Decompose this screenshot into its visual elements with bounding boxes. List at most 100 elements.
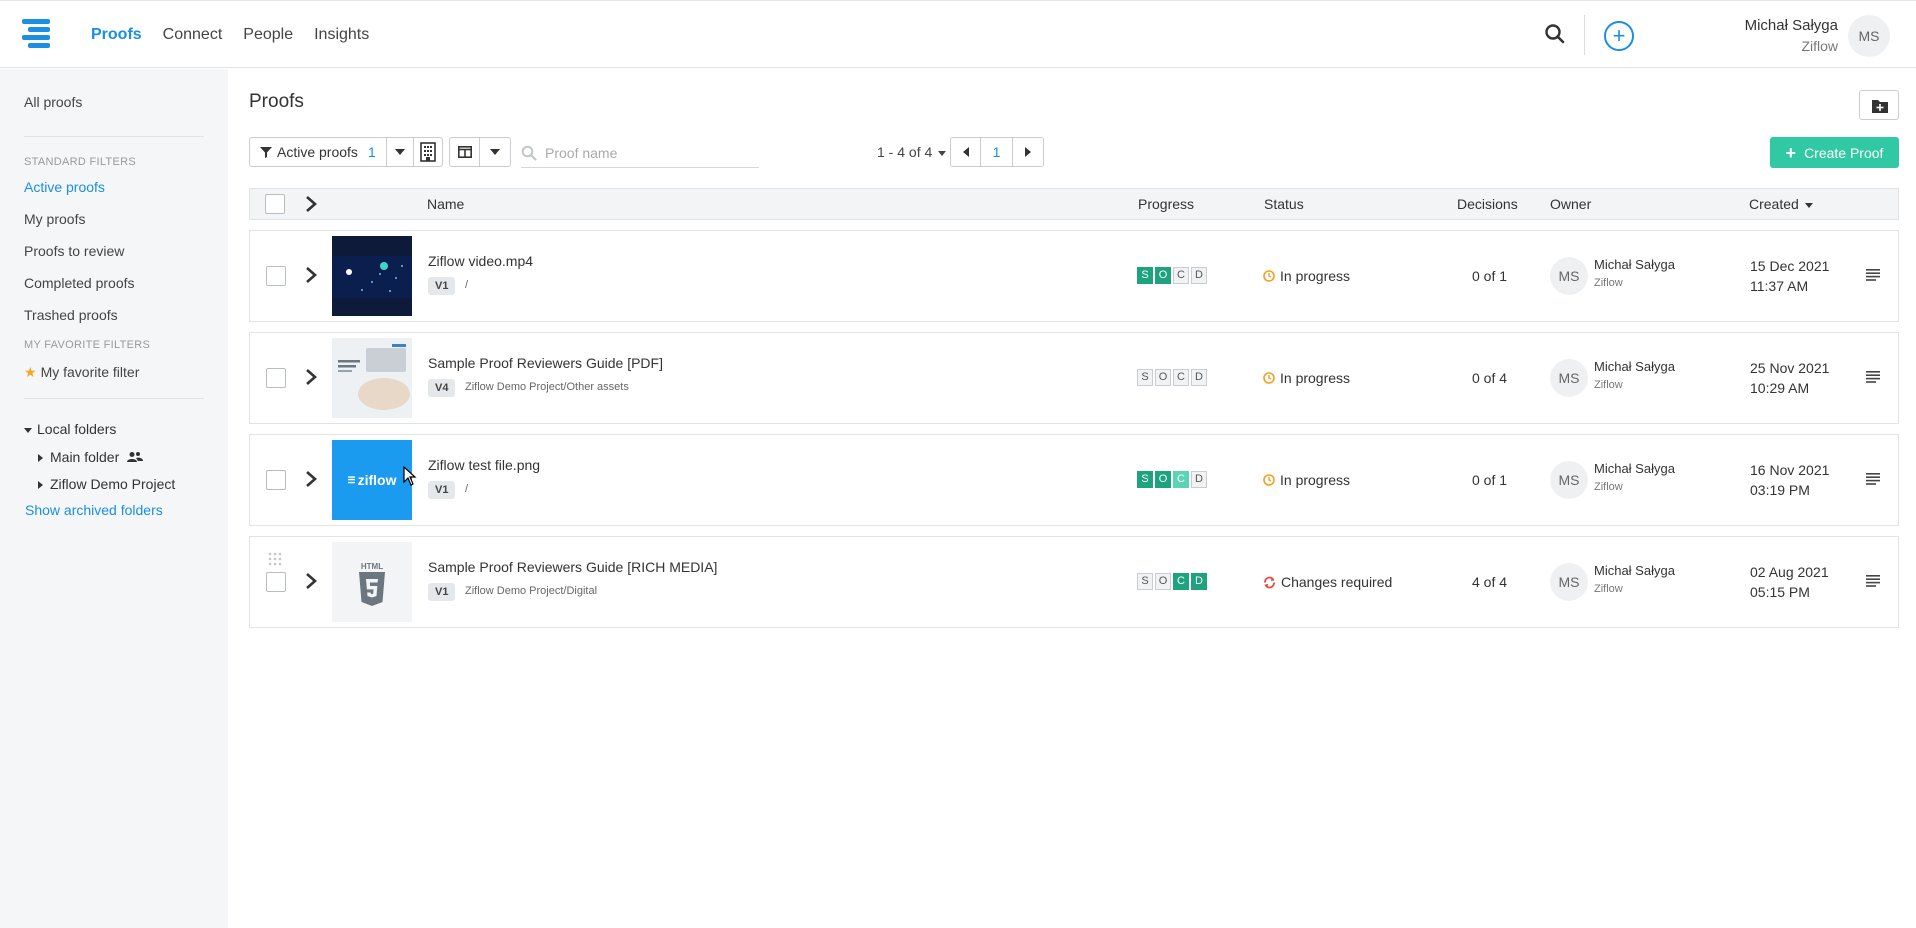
proof-name[interactable]: Ziflow video.mp4 (428, 253, 533, 269)
avatar[interactable]: MS (1550, 359, 1588, 397)
caret-down-icon (490, 149, 500, 155)
decisions-count: 0 of 4 (1472, 370, 1508, 386)
folder-main[interactable]: Main folder (38, 449, 144, 465)
drag-handle-icon[interactable] (267, 551, 283, 567)
progress-step-s: S (1137, 267, 1153, 284)
filter-dropdown-button[interactable] (387, 138, 414, 166)
columns-view-button[interactable] (450, 138, 480, 166)
view-dropdown-button[interactable] (480, 138, 510, 166)
proof-thumbnail[interactable]: ☰ ziflow (332, 440, 412, 520)
proof-thumbnail[interactable] (332, 236, 412, 316)
column-created-label: Created (1749, 196, 1799, 212)
owner-name: Michał Sałyga (1594, 257, 1675, 272)
top-bar: Proofs Connect People Insights + Michał … (0, 0, 1916, 68)
menu-lines-icon[interactable] (1866, 575, 1880, 587)
table-row[interactable]: HTML Sample Proof Reviewers Guide [RICH … (249, 536, 1899, 628)
sidebar-item-completed-proofs[interactable]: Completed proofs (24, 275, 135, 291)
plus-circle-icon[interactable]: + (1604, 21, 1634, 51)
proof-path[interactable]: / (465, 483, 468, 495)
proof-path[interactable]: Ziflow Demo Project/Other assets (465, 381, 629, 393)
folder-ziflow-demo-project[interactable]: Ziflow Demo Project (38, 476, 175, 492)
prev-page-button[interactable] (951, 138, 981, 166)
proof-name[interactable]: Ziflow test file.png (428, 457, 540, 473)
avatar[interactable]: MS (1550, 563, 1588, 601)
column-owner[interactable]: Owner (1550, 196, 1591, 212)
active-proofs-filter-button[interactable]: Active proofs 1 (250, 138, 387, 166)
nav-people[interactable]: People (243, 26, 293, 44)
chevron-right-icon[interactable] (305, 573, 317, 589)
local-folders-toggle[interactable]: Local folders (24, 421, 116, 437)
columns-icon (457, 146, 472, 158)
progress-step-c: C (1173, 471, 1189, 488)
progress-steps[interactable]: S O C D (1137, 471, 1207, 488)
menu-lines-icon[interactable] (1866, 269, 1880, 281)
chevron-right-icon[interactable] (305, 267, 317, 283)
row-checkbox[interactable] (266, 572, 286, 592)
select-all-checkbox[interactable] (265, 194, 285, 214)
avatar[interactable]: MS (1550, 461, 1588, 499)
column-name[interactable]: Name (427, 196, 464, 212)
nav-insights[interactable]: Insights (314, 26, 369, 44)
new-folder-button[interactable] (1859, 90, 1899, 120)
proof-name-input[interactable] (543, 143, 743, 162)
proof-name[interactable]: Sample Proof Reviewers Guide [RICH MEDIA… (428, 559, 717, 575)
created-date: 02 Aug 2021 05:15 PM (1750, 562, 1829, 602)
nav-connect[interactable]: Connect (163, 26, 223, 44)
pagination-range[interactable]: 1 - 4 of 4 (877, 144, 951, 160)
progress-steps[interactable]: S O C D (1137, 267, 1207, 284)
row-checkbox[interactable] (266, 470, 286, 490)
proof-thumbnail[interactable] (332, 338, 412, 418)
version-tag[interactable]: V1 (428, 481, 456, 499)
table-row[interactable]: ☰ ziflow Ziflow test file.png V1 / S O C… (249, 434, 1899, 526)
sidebar-item-my-favorite-filter[interactable]: ★ My favorite filter (24, 364, 139, 381)
menu-lines-icon[interactable] (1866, 473, 1880, 485)
column-status[interactable]: Status (1264, 196, 1304, 212)
version-tag[interactable]: V4 (428, 379, 456, 397)
nav-proofs[interactable]: Proofs (91, 26, 142, 44)
show-archived-folders-link[interactable]: Show archived folders (25, 502, 163, 518)
proof-path[interactable]: / (465, 279, 468, 291)
menu-lines-icon[interactable] (1866, 371, 1880, 383)
row-checkbox[interactable] (266, 368, 286, 388)
progress-step-c: C (1173, 369, 1189, 386)
organization-filter-button[interactable] (414, 138, 442, 166)
column-decisions[interactable]: Decisions (1457, 196, 1518, 212)
search-icon[interactable] (1544, 23, 1566, 45)
status-badge: In progress (1263, 472, 1350, 488)
progress-steps[interactable]: S O C D (1137, 573, 1207, 590)
user-org: Ziflow (1801, 38, 1838, 54)
table-row[interactable]: Sample Proof Reviewers Guide [PDF] V4 Zi… (249, 332, 1899, 424)
user-name[interactable]: Michał Sałyga (1745, 17, 1838, 34)
proof-name[interactable]: Sample Proof Reviewers Guide [PDF] (428, 355, 663, 371)
chevron-right-icon[interactable] (305, 471, 317, 487)
created-day: 16 Nov 2021 (1750, 462, 1830, 478)
page-number[interactable]: 1 (981, 138, 1013, 166)
chevron-right-icon[interactable] (305, 369, 317, 385)
table-row[interactable]: Ziflow video.mp4 V1 / S O C D In progres… (249, 230, 1899, 322)
chevron-right-icon[interactable] (305, 196, 317, 212)
folder-main-label: Main folder (50, 449, 120, 465)
sidebar-item-all-proofs[interactable]: All proofs (24, 94, 82, 110)
table-header: Name Progress Status Decisions Owner Cre… (249, 188, 1899, 220)
sidebar-item-my-proofs[interactable]: My proofs (24, 211, 85, 227)
clock-icon (1263, 270, 1275, 282)
sidebar-item-active-proofs[interactable]: Active proofs (24, 179, 105, 195)
column-progress[interactable]: Progress (1138, 196, 1194, 212)
sidebar: All proofs STANDARD FILTERS Active proof… (0, 69, 228, 928)
avatar[interactable]: MS (1550, 257, 1588, 295)
version-tag[interactable]: V1 (428, 277, 456, 295)
progress-steps[interactable]: S O C D (1137, 369, 1207, 386)
sidebar-item-trashed-proofs[interactable]: Trashed proofs (24, 307, 118, 323)
row-checkbox[interactable] (266, 266, 286, 286)
proof-path[interactable]: Ziflow Demo Project/Digital (465, 585, 597, 597)
column-created[interactable]: Created (1749, 196, 1818, 212)
search-icon (521, 145, 537, 161)
sidebar-item-proofs-to-review[interactable]: Proofs to review (24, 243, 124, 259)
avatar[interactable]: MS (1848, 15, 1890, 57)
proof-thumbnail[interactable]: HTML (332, 542, 412, 622)
clock-icon (1263, 474, 1275, 486)
create-proof-button[interactable]: + Create Proof (1770, 137, 1899, 168)
next-page-button[interactable] (1013, 138, 1043, 166)
version-tag[interactable]: V1 (428, 583, 456, 601)
ziflow-logo-icon[interactable] (22, 17, 54, 49)
